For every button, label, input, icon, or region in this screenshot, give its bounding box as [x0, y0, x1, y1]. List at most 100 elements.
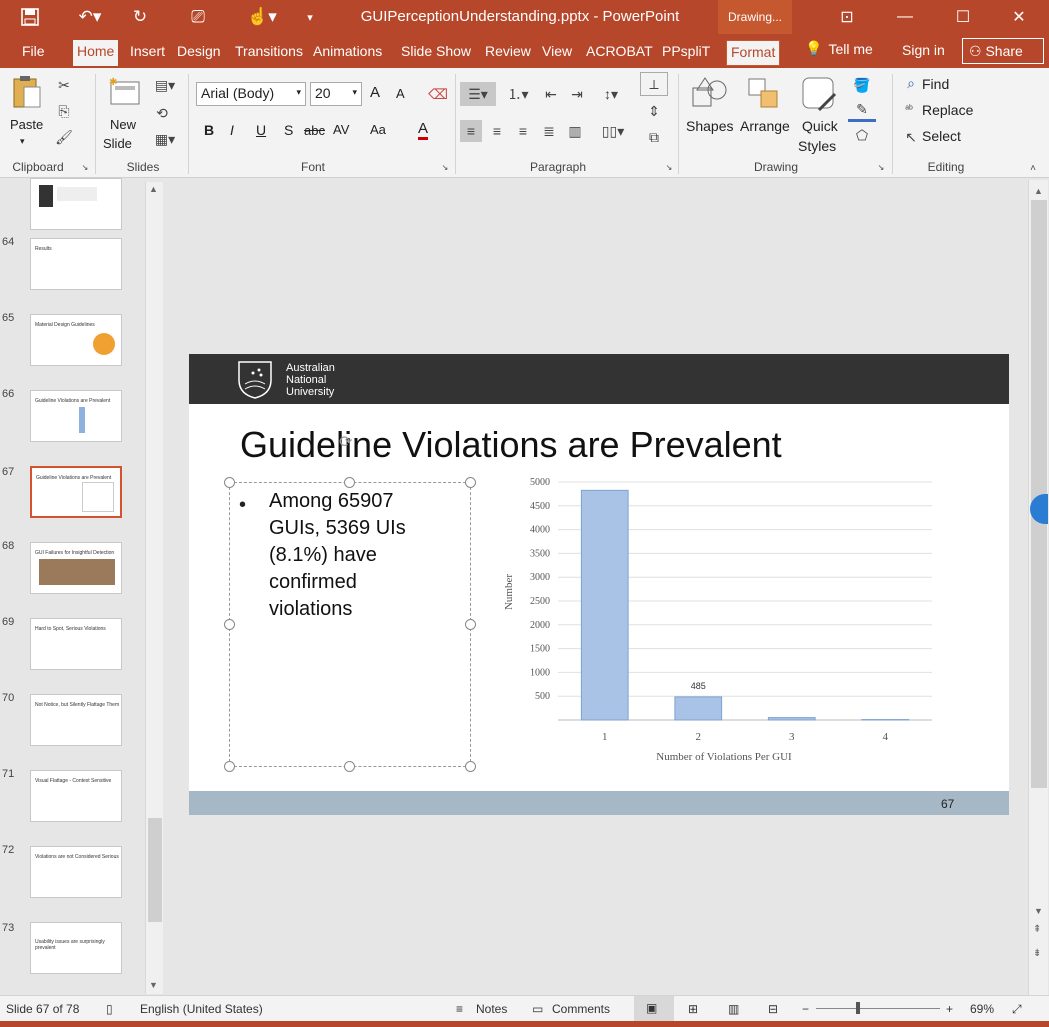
- drawing-launcher-icon[interactable]: ↘: [876, 162, 886, 172]
- shape-effects-icon[interactable]: ⬠: [848, 124, 876, 146]
- close-icon[interactable]: ✕: [996, 0, 1042, 34]
- replace-icon[interactable]: ᵃᵇ: [898, 100, 920, 118]
- increase-indent-icon[interactable]: ⇥: [566, 82, 588, 106]
- customize-qat-icon[interactable]: ▾: [298, 0, 322, 34]
- comments-button[interactable]: Comments: [552, 1002, 610, 1016]
- cut-icon[interactable]: ✂: [54, 76, 74, 94]
- shape-fill-icon[interactable]: 🪣: [848, 74, 876, 96]
- strikethrough-button[interactable]: abc: [304, 123, 325, 138]
- distributed-icon[interactable]: ▥: [564, 120, 586, 142]
- reset-icon[interactable]: ⟲: [150, 104, 174, 122]
- find-button[interactable]: Find: [922, 76, 949, 92]
- tab-insert[interactable]: Insert: [126, 40, 169, 66]
- align-left-icon[interactable]: ≡: [460, 120, 482, 142]
- scroll-thumb[interactable]: [148, 818, 162, 922]
- bold-button[interactable]: B: [204, 122, 214, 138]
- new-slide-label-2[interactable]: Slide: [103, 136, 132, 151]
- thumbnail-63[interactable]: [30, 178, 122, 230]
- slide-scrollbar[interactable]: ▲ ▼ ⇞ ⇟: [1028, 180, 1048, 995]
- ribbon-display-icon[interactable]: ⊡: [824, 0, 870, 34]
- tab-review[interactable]: Review: [481, 40, 535, 66]
- font-launcher-icon[interactable]: ↘: [440, 162, 450, 172]
- paste-icon[interactable]: [10, 74, 44, 112]
- zoom-in-icon[interactable]: +: [946, 1002, 953, 1016]
- shape-outline-icon[interactable]: ✎: [848, 100, 876, 122]
- find-icon[interactable]: ⌕: [902, 74, 920, 92]
- resize-handle[interactable]: [224, 761, 235, 772]
- chart-bar[interactable]: [674, 696, 723, 721]
- zoom-level[interactable]: 69%: [970, 1002, 994, 1016]
- font-color-button[interactable]: A: [418, 120, 429, 140]
- shadow-button[interactable]: S: [284, 122, 293, 138]
- thumbnail-scrollbar[interactable]: ▲ ▼: [145, 182, 163, 994]
- resize-handle[interactable]: [465, 619, 476, 630]
- decrease-indent-icon[interactable]: ⇤: [540, 82, 562, 106]
- tab-file[interactable]: File: [18, 40, 49, 66]
- zoom-slider-thumb[interactable]: [856, 1002, 860, 1014]
- quick-styles-button-2[interactable]: Styles: [798, 138, 836, 154]
- rotate-handle-icon[interactable]: ⟳: [339, 432, 352, 452]
- university-crest-icon[interactable]: [231, 358, 279, 400]
- zoom-out-icon[interactable]: −: [802, 1002, 809, 1016]
- present-icon[interactable]: ⎚: [180, 0, 216, 34]
- replace-button[interactable]: Replace: [922, 102, 973, 118]
- thumbnail-73[interactable]: Usability issues are surprisingly preval…: [30, 922, 122, 974]
- maximize-icon[interactable]: ☐: [940, 0, 986, 34]
- chart-bar[interactable]: [580, 489, 629, 721]
- notes-icon[interactable]: ≡: [456, 1002, 463, 1016]
- comments-icon[interactable]: ▭: [532, 1002, 543, 1016]
- tab-slide-show[interactable]: Slide Show: [397, 40, 475, 66]
- zoom-slider[interactable]: [816, 1008, 940, 1009]
- sign-in-button[interactable]: Sign in: [902, 42, 945, 58]
- thumbnail-70[interactable]: Not Notice, but Silently Flattage Them: [30, 694, 122, 746]
- share-button[interactable]: ⚇ Share: [962, 38, 1044, 64]
- bullets-icon[interactable]: ☰▾: [460, 82, 496, 106]
- notes-button[interactable]: Notes: [476, 1002, 507, 1016]
- resize-handle[interactable]: [344, 761, 355, 772]
- columns-icon[interactable]: ▯▯▾: [598, 120, 628, 142]
- copy-icon[interactable]: ⎘: [54, 102, 74, 120]
- resize-handle[interactable]: [344, 477, 355, 488]
- slide-67[interactable]: Australian National University Guideline…: [189, 354, 1009, 815]
- resize-handle[interactable]: [224, 619, 235, 630]
- justify-icon[interactable]: ≣: [538, 120, 560, 142]
- language-indicator[interactable]: English (United States): [140, 1002, 263, 1016]
- thumbnail-67-selected[interactable]: Guideline Violations are Prevalent: [30, 466, 122, 518]
- slide-counter[interactable]: Slide 67 of 78: [6, 1002, 79, 1016]
- line-spacing-icon[interactable]: ↕▾: [596, 82, 626, 106]
- shapes-icon[interactable]: [690, 74, 730, 114]
- scroll-down-icon[interactable]: ▼: [1034, 906, 1043, 916]
- clear-formatting-icon[interactable]: ⌫: [428, 84, 448, 104]
- thumbnail-66[interactable]: Guideline Violations are Prevalent: [30, 390, 122, 442]
- resize-handle[interactable]: [465, 477, 476, 488]
- reading-view-icon[interactable]: ▥: [728, 1002, 739, 1016]
- align-right-icon[interactable]: ≡: [512, 120, 534, 142]
- tab-design[interactable]: Design: [173, 40, 225, 66]
- tab-animations[interactable]: Animations: [309, 40, 386, 66]
- tab-format[interactable]: Format: [726, 40, 781, 66]
- format-painter-icon[interactable]: 🖌: [54, 128, 74, 146]
- quick-styles-icon[interactable]: [800, 74, 840, 114]
- tab-home[interactable]: Home: [73, 40, 119, 66]
- thumbnail-72[interactable]: Violations are not Considered Serious: [30, 846, 122, 898]
- thumbnail-69[interactable]: Hard to Spot, Serious Violations: [30, 618, 122, 670]
- paste-dropdown-icon[interactable]: ▾: [20, 136, 25, 147]
- next-slide-icon[interactable]: ⇟: [1033, 948, 1041, 959]
- font-size-combo[interactable]: 20 ▾: [310, 82, 362, 106]
- layout-icon[interactable]: ▤▾: [150, 76, 180, 94]
- shrink-font-button[interactable]: A: [396, 86, 405, 101]
- touch-icon[interactable]: ☝▾: [240, 0, 284, 34]
- align-center-icon[interactable]: ≡: [486, 120, 508, 142]
- scroll-up-icon[interactable]: ▲: [149, 184, 158, 194]
- align-text-icon[interactable]: ⇕: [640, 100, 668, 122]
- resize-handle[interactable]: [465, 761, 476, 772]
- slide-sorter-icon[interactable]: ⊞: [688, 1002, 698, 1016]
- normal-view-icon[interactable]: ▣: [634, 996, 674, 1021]
- thumbnail-71[interactable]: Visual Flattage - Context Sensitive: [30, 770, 122, 822]
- shapes-button[interactable]: Shapes: [686, 118, 733, 134]
- previous-slide-icon[interactable]: ⇞: [1033, 924, 1041, 935]
- redo-icon[interactable]: ↻: [125, 0, 155, 34]
- new-slide-icon[interactable]: ✱: [105, 74, 145, 110]
- tell-me-box[interactable]: 💡 Tell me: [805, 40, 873, 57]
- undo-icon[interactable]: ↶▾: [70, 0, 110, 34]
